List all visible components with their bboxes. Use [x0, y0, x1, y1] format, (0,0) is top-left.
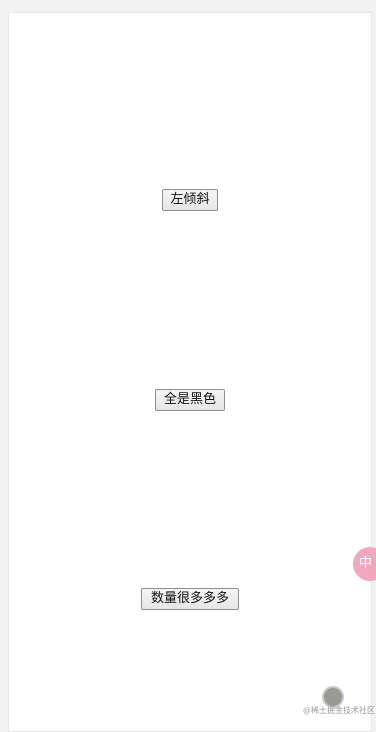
all-black-button[interactable]: 全是黑色 — [155, 389, 225, 411]
tilt-left-button[interactable]: 左倾斜 — [162, 189, 218, 211]
watermark-text: @稀土掘金技术社区 — [303, 706, 375, 715]
many-items-button[interactable]: 数量很多多多 — [141, 588, 239, 610]
page-canvas — [8, 12, 372, 732]
floating-ball-icon[interactable] — [322, 686, 344, 708]
